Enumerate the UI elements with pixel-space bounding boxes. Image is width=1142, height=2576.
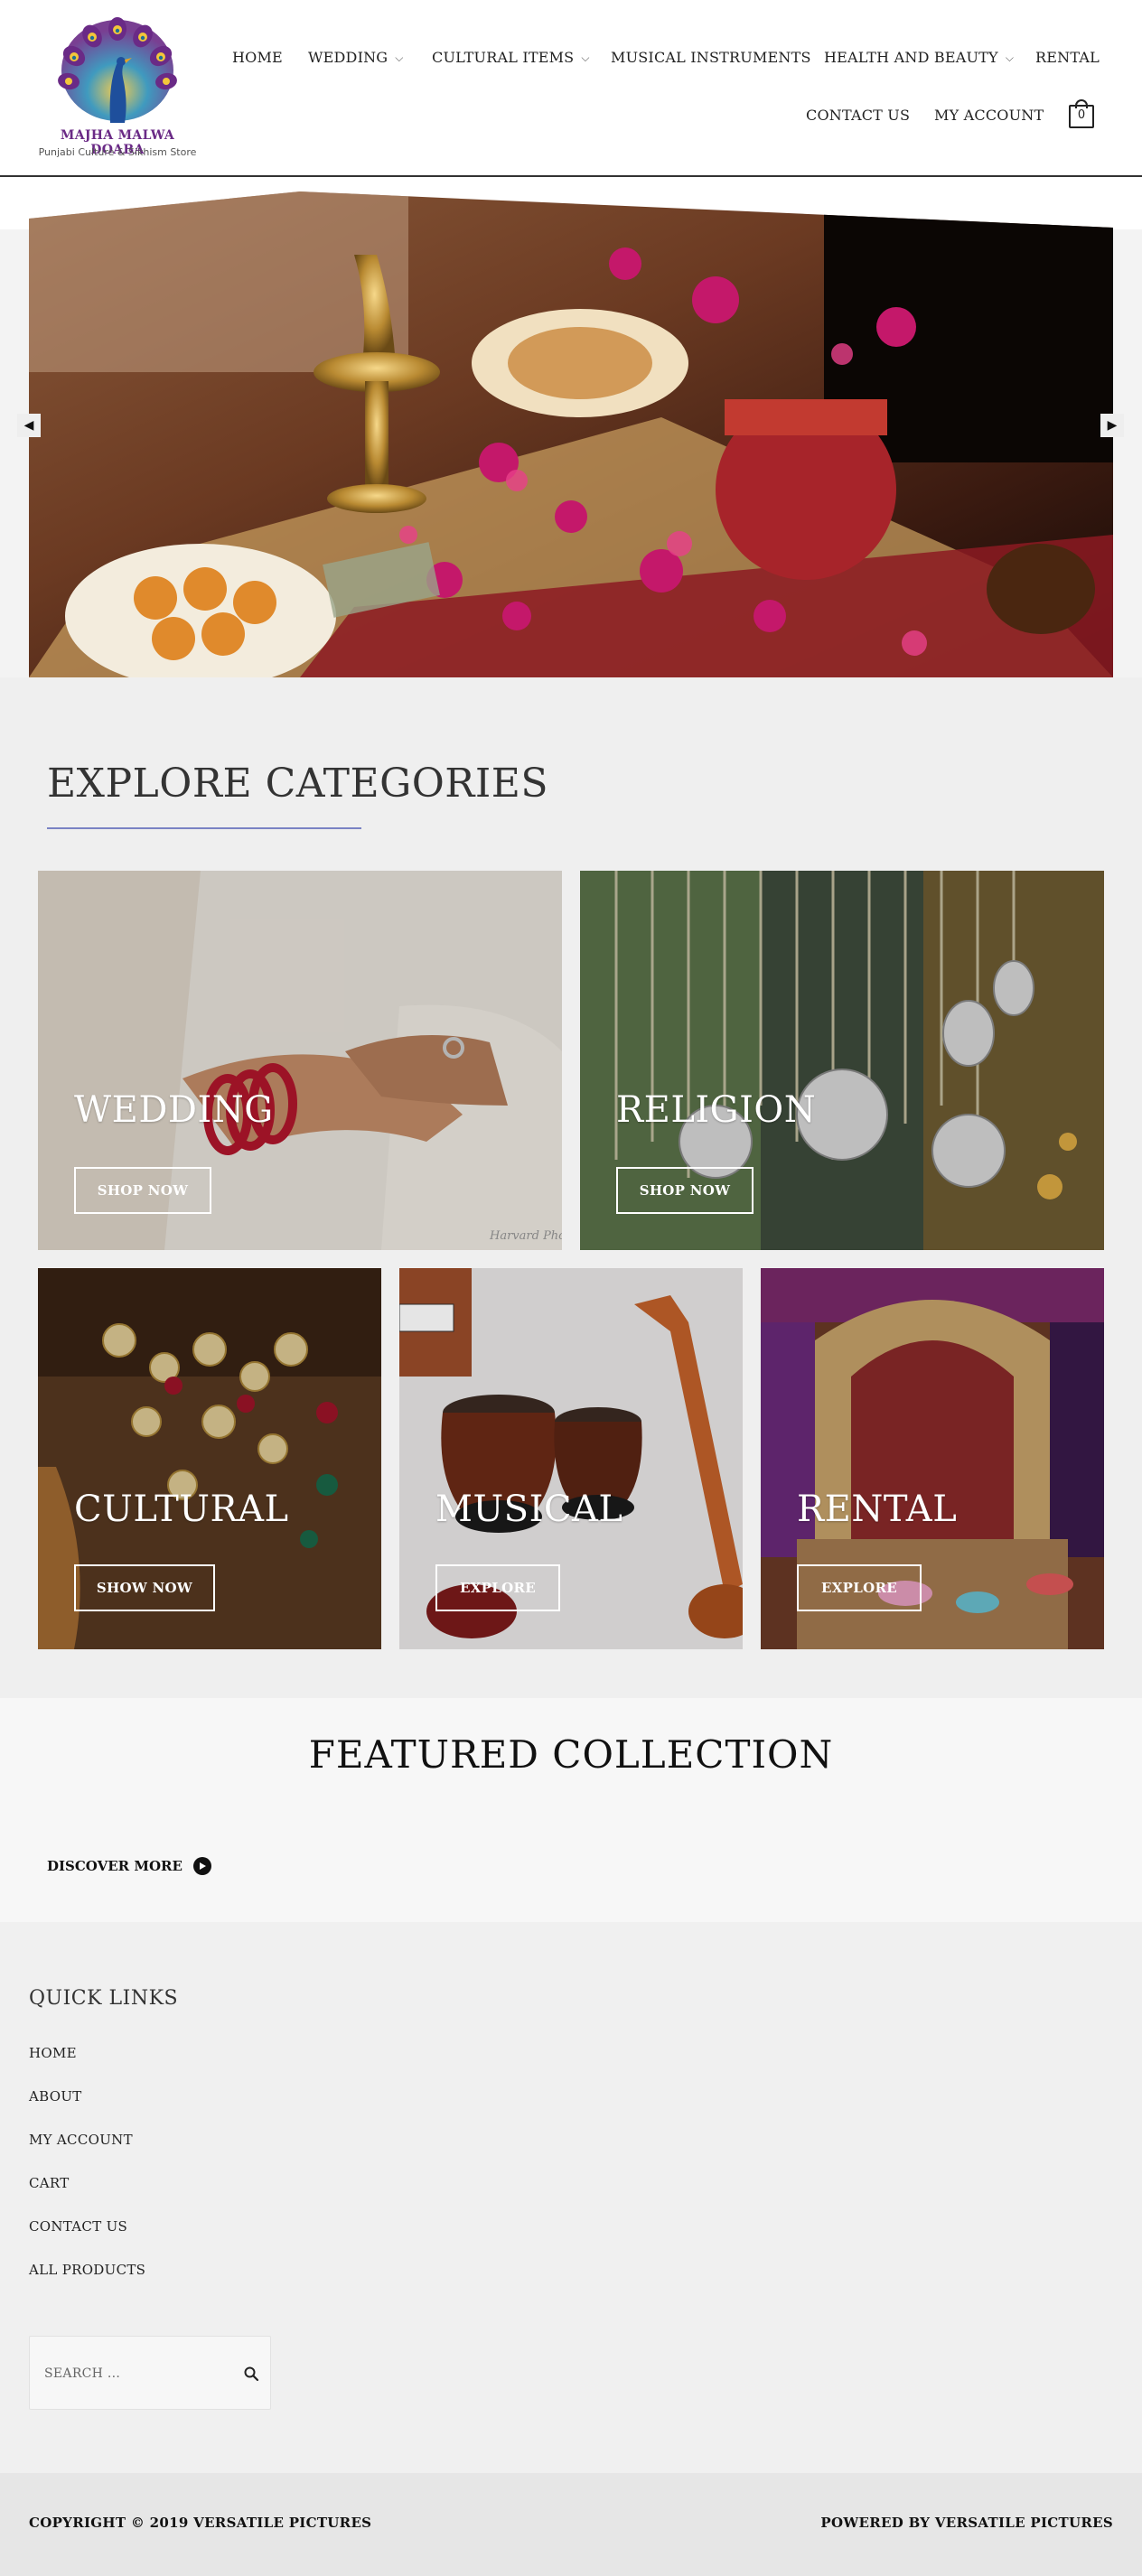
footer-search xyxy=(29,2336,271,2410)
category-title: RELIGION xyxy=(616,1089,817,1131)
shop-now-button[interactable]: SHOP NOW xyxy=(74,1167,211,1214)
nav-musical-instruments[interactable]: MUSICAL INSTRUMENTS xyxy=(611,49,811,66)
footer-link-cart[interactable]: CART xyxy=(29,2175,70,2191)
footer-link-home[interactable]: HOME xyxy=(29,2045,77,2061)
nav-cultural-items-label: CULTURAL ITEMS xyxy=(432,49,575,66)
nav-contact-us[interactable]: CONTACT US xyxy=(806,107,910,124)
nav-wedding[interactable]: WEDDING ⌵ xyxy=(308,49,404,66)
shop-now-button[interactable]: SHOP NOW xyxy=(616,1167,754,1214)
nav-cultural-items[interactable]: CULTURAL ITEMS ⌵ xyxy=(432,49,590,66)
categories-title: EXPLORE CATEGORIES xyxy=(47,761,549,807)
show-now-button[interactable]: SHOW NOW xyxy=(74,1564,215,1611)
site-header: MAJHA MALWA DOABA Punjabi Culture & Sikh… xyxy=(0,0,1142,177)
nav-rental-label: RENTAL xyxy=(1035,49,1100,66)
chevron-down-icon: ⌵ xyxy=(1005,51,1015,64)
site-logo[interactable]: MAJHA MALWA DOABA Punjabi Culture & Sikh… xyxy=(36,13,199,164)
cart-count: 0 xyxy=(1077,108,1086,122)
featured-title: FEATURED COLLECTION xyxy=(308,1732,834,1777)
footer-link-my-account[interactable]: MY ACCOUNT xyxy=(29,2132,133,2148)
hero-next-button[interactable]: ▶ xyxy=(1100,414,1124,437)
play-circle-icon xyxy=(192,1857,211,1875)
nav-contact-us-label: CONTACT US xyxy=(806,107,911,124)
category-card-religion[interactable]: RELIGION SHOP NOW xyxy=(580,871,1104,1250)
search-icon[interactable] xyxy=(243,2366,259,2382)
category-title: CULTURAL xyxy=(74,1489,289,1530)
category-title: MUSICAL xyxy=(435,1489,623,1530)
category-card-rental[interactable]: RENTAL EXPLORE xyxy=(761,1268,1104,1649)
chevron-down-icon: ⌵ xyxy=(395,51,404,64)
nav-home-label: HOME xyxy=(232,49,283,66)
category-card-musical[interactable]: MUSICAL EXPLORE xyxy=(399,1268,743,1649)
category-card-cultural[interactable]: CULTURAL SHOW NOW xyxy=(38,1268,381,1649)
nav-health-beauty-label: HEALTH AND BEAUTY xyxy=(824,49,998,66)
nav-wedding-label: WEDDING xyxy=(308,49,388,66)
category-title: RENTAL xyxy=(797,1489,958,1530)
hero-slider-image xyxy=(29,191,1113,677)
copyright-text: COPYRIGHT © 2019 VERSATILE PICTURES xyxy=(29,2515,372,2531)
nav-my-account-label: MY ACCOUNT xyxy=(934,107,1044,124)
footer-link-contact-us[interactable]: CONTACT US xyxy=(29,2218,127,2235)
footer-link-about[interactable]: ABOUT xyxy=(29,2088,82,2105)
hero-prev-button[interactable]: ◀ xyxy=(17,414,41,437)
powered-by-text: POWERED BY VERSATILE PICTURES xyxy=(820,2515,1113,2531)
arrow-left-icon: ◀ xyxy=(23,418,34,433)
discover-more-link[interactable]: DISCOVER MORE xyxy=(47,1857,211,1875)
explore-button[interactable]: EXPLORE xyxy=(435,1564,560,1611)
nav-rental[interactable]: RENTAL xyxy=(1035,49,1100,66)
nav-my-account[interactable]: MY ACCOUNT xyxy=(934,107,1044,124)
cart-button[interactable]: 0 xyxy=(1069,99,1094,128)
nav-health-beauty[interactable]: HEALTH AND BEAUTY ⌵ xyxy=(824,49,1014,66)
discover-more-label: DISCOVER MORE xyxy=(47,1858,183,1874)
search-input[interactable] xyxy=(44,2362,225,2385)
category-card-wedding[interactable]: Harvard Photogr WEDDING SHOP NOW xyxy=(38,871,562,1250)
brand-tagline: Punjabi Culture & Sikhism Store xyxy=(38,146,197,158)
explore-button[interactable]: EXPLORE xyxy=(797,1564,922,1611)
peacock-logo-icon xyxy=(58,17,177,123)
arrow-right-icon: ▶ xyxy=(1107,418,1118,433)
category-title: WEDDING xyxy=(74,1089,274,1131)
footer-link-all-products[interactable]: ALL PRODUCTS xyxy=(29,2262,145,2278)
title-underline xyxy=(47,827,361,829)
nav-home[interactable]: HOME xyxy=(232,49,283,66)
nav-musical-instruments-label: MUSICAL INSTRUMENTS xyxy=(611,49,811,66)
chevron-down-icon: ⌵ xyxy=(581,51,590,64)
quick-links-title: QUICK LINKS xyxy=(29,1987,179,2010)
